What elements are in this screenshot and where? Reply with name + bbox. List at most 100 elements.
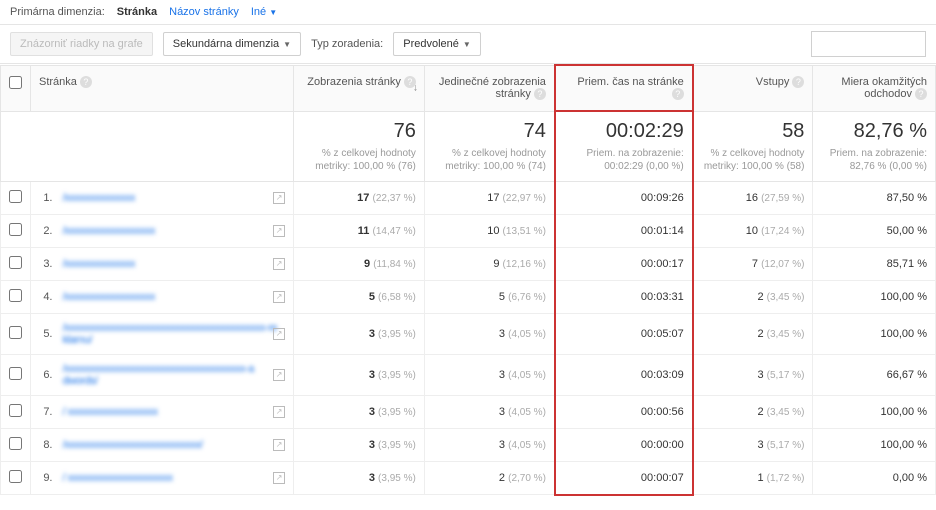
summary-avgtime: 00:02:29Priem. na zobrazenie: 00:02:29 (… [555, 111, 693, 182]
row-avgtime: 00:00:00 [555, 429, 693, 462]
external-link-icon[interactable]: ↗ [273, 291, 285, 303]
row-checkbox-cell [1, 462, 31, 495]
dimension-other[interactable]: Iné ▼ [251, 6, 277, 18]
row-entries: 7 (12,07 %) [693, 248, 813, 281]
external-link-icon[interactable]: ↗ [273, 225, 285, 237]
row-checkbox[interactable] [9, 367, 22, 380]
help-icon[interactable]: ? [80, 76, 92, 88]
row-checkbox[interactable] [9, 223, 22, 236]
row-bounce: 50,00 % [813, 215, 936, 248]
row-checkbox-cell [1, 248, 31, 281]
table-row: 8./xxxxxxxxxxxxxxxxxxxxxxxxxxx/↗3 (3,95 … [1, 429, 936, 462]
row-unique: 9 (12,16 %) [424, 248, 555, 281]
row-views: 3 (3,95 %) [294, 396, 425, 429]
row-bounce: 100,00 % [813, 429, 936, 462]
summary-bounce: 82,76 %Priem. na zobrazenie: 82,76 % (0,… [813, 111, 936, 182]
help-icon[interactable]: ? [534, 88, 546, 100]
table-row: 9./ xxxxxxxxxxxxxxxxxxxxx↗3 (3,95 %)2 (2… [1, 462, 936, 495]
row-unique: 10 (13,51 %) [424, 215, 555, 248]
row-avgtime: 00:05:07 [555, 314, 693, 355]
external-link-icon[interactable]: ↗ [273, 406, 285, 418]
head-avg-time[interactable]: Priem. čas na stránke? [555, 65, 693, 111]
row-checkbox[interactable] [9, 470, 22, 483]
external-link-icon[interactable]: ↗ [273, 328, 285, 340]
sort-type-select[interactable]: Predvolené▼ [393, 32, 481, 56]
row-bounce: 85,71 % [813, 248, 936, 281]
row-views: 9 (11,84 %) [294, 248, 425, 281]
row-page-link[interactable]: / xxxxxxxxxxxxxxxxxx↗ [55, 396, 294, 429]
row-page-link[interactable]: / xxxxxxxxxxxxxxxxxxxxx↗ [55, 462, 294, 495]
row-entries: 1 (1,72 %) [693, 462, 813, 495]
external-link-icon[interactable]: ↗ [273, 472, 285, 484]
table-body: 1./xxxxxxxxxxxxxx↗17 (22,37 %)17 (22,97 … [1, 182, 936, 495]
help-icon[interactable]: ? [915, 88, 927, 100]
row-checkbox[interactable] [9, 404, 22, 417]
row-index: 1. [31, 182, 55, 215]
external-link-icon[interactable]: ↗ [273, 439, 285, 451]
row-page-link[interactable]: /xxxxxxxxxxxxxxxxxxxxxxxxxxxxxxxxxxxxxxx… [55, 314, 294, 355]
row-entries: 3 (5,17 %) [693, 355, 813, 396]
row-avgtime: 00:01:14 [555, 215, 693, 248]
row-checkbox[interactable] [9, 326, 22, 339]
row-entries: 2 (3,45 %) [693, 281, 813, 314]
row-checkbox-cell [1, 281, 31, 314]
row-avgtime: 00:03:09 [555, 355, 693, 396]
row-page-link[interactable]: /xxxxxxxxxxxxxxxxxxxxxxxxxxx/↗ [55, 429, 294, 462]
sort-type-label: Typ zoradenia: [311, 38, 383, 50]
dimension-page-active[interactable]: Stránka [117, 6, 157, 18]
row-entries: 3 (5,17 %) [693, 429, 813, 462]
help-icon[interactable]: ? [792, 76, 804, 88]
head-pageviews[interactable]: Zobrazenia stránky?↓ [294, 65, 425, 111]
row-checkbox-cell [1, 429, 31, 462]
row-bounce: 87,50 % [813, 182, 936, 215]
row-checkbox-cell [1, 314, 31, 355]
external-link-icon[interactable]: ↗ [273, 258, 285, 270]
row-views: 3 (3,95 %) [294, 462, 425, 495]
row-unique: 3 (4,05 %) [424, 429, 555, 462]
row-avgtime: 00:00:17 [555, 248, 693, 281]
row-checkbox[interactable] [9, 256, 22, 269]
external-link-icon[interactable]: ↗ [273, 192, 285, 204]
dimension-page-title[interactable]: Názov stránky [169, 6, 239, 18]
row-bounce: 66,67 % [813, 355, 936, 396]
row-checkbox[interactable] [9, 437, 22, 450]
row-page-link[interactable]: /xxxxxxxxxxxxxx↗ [55, 182, 294, 215]
row-index: 5. [31, 314, 55, 355]
row-checkbox-cell [1, 215, 31, 248]
summary-unique: 74% z celkovej hodnoty metriky: 100,00 %… [424, 111, 555, 182]
row-index: 9. [31, 462, 55, 495]
row-bounce: 100,00 % [813, 281, 936, 314]
external-link-icon[interactable]: ↗ [273, 369, 285, 381]
row-checkbox[interactable] [9, 289, 22, 302]
head-bounce[interactable]: Miera okamžitých odchodov? [813, 65, 936, 111]
head-entries[interactable]: Vstupy? [693, 65, 813, 111]
head-unique-views[interactable]: Jedinečné zobrazenia stránky? [424, 65, 555, 111]
row-page-link[interactable]: /xxxxxxxxxxxxxxxxxx↗ [55, 215, 294, 248]
row-index: 4. [31, 281, 55, 314]
plot-rows-button: Znázorniť riadky na grafe [10, 32, 153, 56]
row-views: 3 (3,95 %) [294, 314, 425, 355]
row-views: 5 (6,58 %) [294, 281, 425, 314]
row-entries: 2 (3,45 %) [693, 396, 813, 429]
row-index: 7. [31, 396, 55, 429]
select-all-checkbox[interactable] [9, 76, 22, 89]
head-page[interactable]: Stránka? [31, 65, 294, 111]
table-row: 1./xxxxxxxxxxxxxx↗17 (22,37 %)17 (22,97 … [1, 182, 936, 215]
row-unique: 3 (4,05 %) [424, 396, 555, 429]
chevron-down-icon: ▼ [463, 40, 471, 49]
secondary-dimension-select[interactable]: Sekundárna dimenzia▼ [163, 32, 301, 56]
table-row: 7./ xxxxxxxxxxxxxxxxxx↗3 (3,95 %)3 (4,05… [1, 396, 936, 429]
row-checkbox-cell [1, 355, 31, 396]
row-checkbox[interactable] [9, 190, 22, 203]
summary-views: 76% z celkovej hodnoty metriky: 100,00 %… [294, 111, 425, 182]
row-page-link[interactable]: /xxxxxxxxxxxxxxxxxx↗ [55, 281, 294, 314]
search-input[interactable] [811, 31, 926, 57]
row-checkbox-cell [1, 396, 31, 429]
row-page-link[interactable]: /xxxxxxxxxxxxxx↗ [55, 248, 294, 281]
row-unique: 3 (4,05 %) [424, 314, 555, 355]
help-icon[interactable]: ? [672, 88, 684, 100]
row-entries: 16 (27,59 %) [693, 182, 813, 215]
row-page-link[interactable]: /xxxxxxxxxxxxxxxxxxxxxxxxxxxxxxxxxxxx-a … [55, 355, 294, 396]
head-checkbox [1, 65, 31, 111]
primary-dimension-bar: Primárna dimenzia: Stránka Názov stránky… [0, 0, 936, 25]
